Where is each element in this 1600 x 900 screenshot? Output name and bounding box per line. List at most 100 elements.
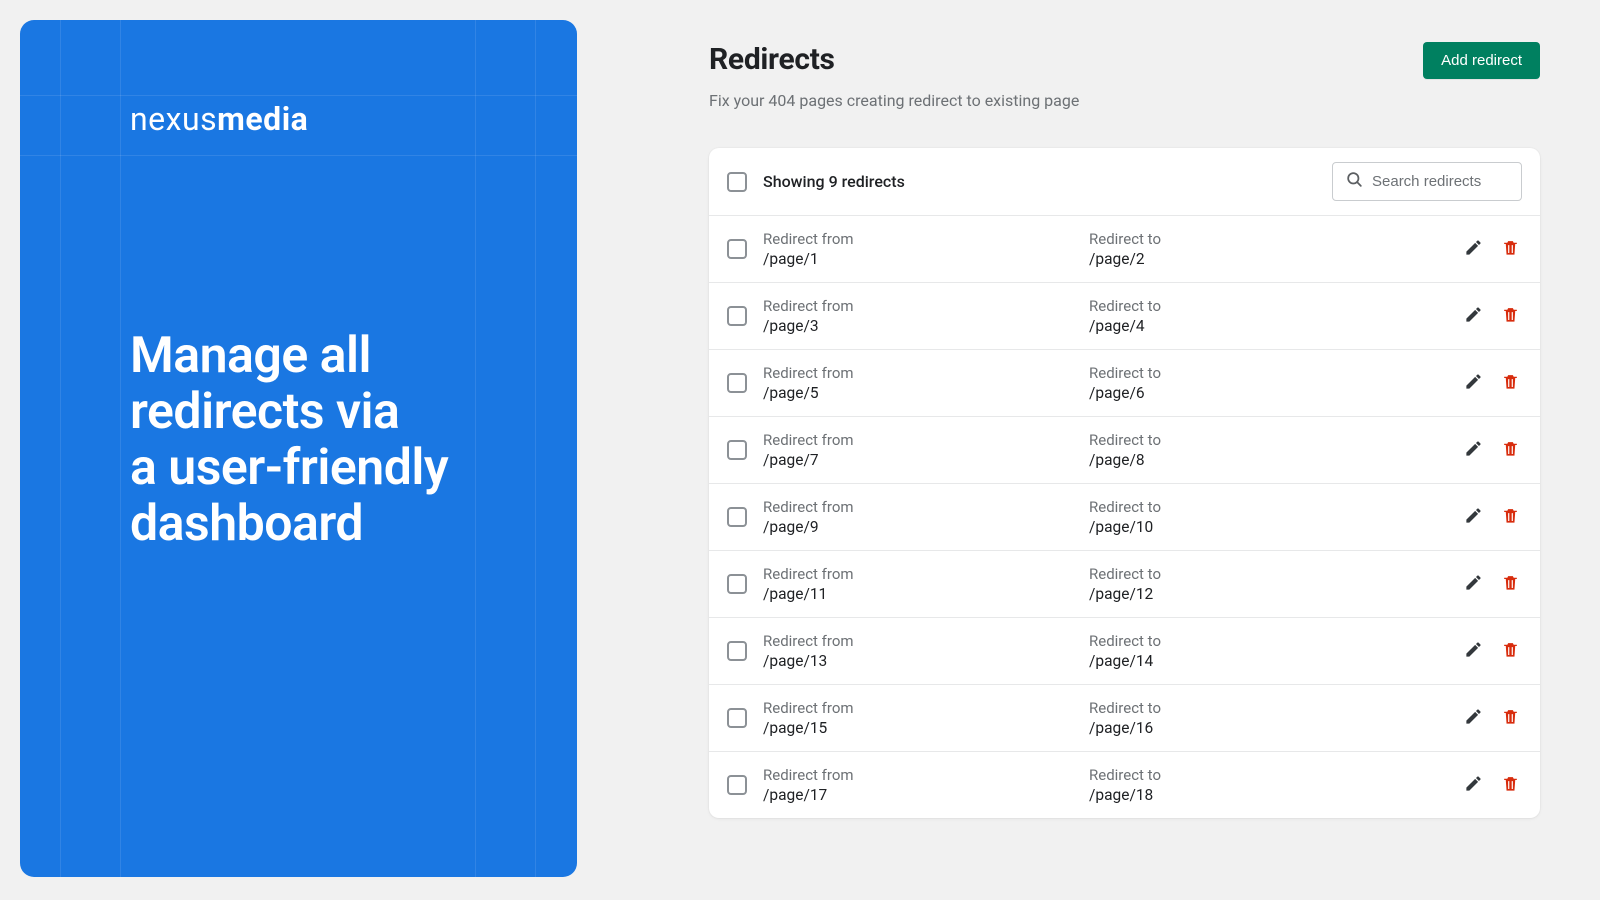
row-checkbox[interactable] (727, 574, 747, 594)
edit-button[interactable] (1462, 370, 1485, 396)
trash-icon (1501, 573, 1520, 595)
redirect-from-cell: Redirect from/page/17 (763, 766, 1089, 804)
to-label: Redirect to (1089, 699, 1339, 717)
pencil-icon (1464, 439, 1483, 461)
from-value: /page/9 (763, 518, 1089, 536)
delete-button[interactable] (1499, 705, 1522, 731)
delete-button[interactable] (1499, 236, 1522, 262)
redirect-to-cell: Redirect to/page/12 (1089, 565, 1339, 603)
from-label: Redirect from (763, 565, 1089, 583)
from-label: Redirect from (763, 498, 1089, 516)
edit-button[interactable] (1462, 504, 1485, 530)
trash-icon (1501, 774, 1520, 796)
to-value: /page/4 (1089, 317, 1339, 335)
add-redirect-button[interactable]: Add redirect (1423, 42, 1540, 79)
to-value: /page/12 (1089, 585, 1339, 603)
row-actions (1462, 772, 1522, 798)
delete-button[interactable] (1499, 504, 1522, 530)
from-value: /page/3 (763, 317, 1089, 335)
row-checkbox[interactable] (727, 507, 747, 527)
row-actions (1462, 705, 1522, 731)
to-label: Redirect to (1089, 498, 1339, 516)
trash-icon (1501, 305, 1520, 327)
trash-icon (1501, 640, 1520, 662)
to-value: /page/10 (1089, 518, 1339, 536)
redirect-from-cell: Redirect from/page/5 (763, 364, 1089, 402)
from-label: Redirect from (763, 297, 1089, 315)
trash-icon (1501, 238, 1520, 260)
delete-button[interactable] (1499, 772, 1522, 798)
pencil-icon (1464, 305, 1483, 327)
to-value: /page/6 (1089, 384, 1339, 402)
edit-button[interactable] (1462, 705, 1485, 731)
table-row: Redirect from/page/11Redirect to/page/12 (709, 551, 1540, 618)
search-field[interactable] (1332, 162, 1522, 201)
to-label: Redirect to (1089, 230, 1339, 248)
delete-button[interactable] (1499, 638, 1522, 664)
row-checkbox[interactable] (727, 641, 747, 661)
redirect-to-cell: Redirect to/page/8 (1089, 431, 1339, 469)
delete-button[interactable] (1499, 303, 1522, 329)
table-row: Redirect from/page/3Redirect to/page/4 (709, 283, 1540, 350)
redirect-to-cell: Redirect to/page/14 (1089, 632, 1339, 670)
pencil-icon (1464, 707, 1483, 729)
from-value: /page/17 (763, 786, 1089, 804)
pencil-icon (1464, 372, 1483, 394)
to-value: /page/16 (1089, 719, 1339, 737)
row-actions (1462, 370, 1522, 396)
promo-headline: Manage all redirects via a user-friendly… (130, 328, 507, 552)
edit-button[interactable] (1462, 303, 1485, 329)
redirect-from-cell: Redirect from/page/15 (763, 699, 1089, 737)
edit-button[interactable] (1462, 638, 1485, 664)
edit-button[interactable] (1462, 236, 1485, 262)
pencil-icon (1464, 640, 1483, 662)
search-input[interactable] (1372, 173, 1509, 190)
trash-icon (1501, 372, 1520, 394)
trash-icon (1501, 707, 1520, 729)
row-actions (1462, 303, 1522, 329)
pencil-icon (1464, 506, 1483, 528)
table-row: Redirect from/page/17Redirect to/page/18 (709, 752, 1540, 818)
redirect-to-cell: Redirect to/page/16 (1089, 699, 1339, 737)
row-actions (1462, 236, 1522, 262)
row-checkbox[interactable] (727, 306, 747, 326)
from-value: /page/7 (763, 451, 1089, 469)
edit-button[interactable] (1462, 437, 1485, 463)
table-row: Redirect from/page/13Redirect to/page/14 (709, 618, 1540, 685)
to-value: /page/14 (1089, 652, 1339, 670)
select-all-checkbox[interactable] (727, 172, 747, 192)
search-icon (1345, 170, 1364, 193)
table-row: Redirect from/page/15Redirect to/page/16 (709, 685, 1540, 752)
row-checkbox[interactable] (727, 239, 747, 259)
from-label: Redirect from (763, 632, 1089, 650)
to-value: /page/8 (1089, 451, 1339, 469)
row-checkbox[interactable] (727, 373, 747, 393)
delete-button[interactable] (1499, 370, 1522, 396)
to-value: /page/18 (1089, 786, 1339, 804)
promo-panel: nexusmedia Manage all redirects via a us… (20, 20, 577, 877)
table-row: Redirect from/page/5Redirect to/page/6 (709, 350, 1540, 417)
redirect-from-cell: Redirect from/page/1 (763, 230, 1089, 268)
redirect-to-cell: Redirect to/page/10 (1089, 498, 1339, 536)
brand-part1: nexus (130, 100, 217, 138)
from-value: /page/11 (763, 585, 1089, 603)
row-checkbox[interactable] (727, 708, 747, 728)
row-checkbox[interactable] (727, 440, 747, 460)
pencil-icon (1464, 573, 1483, 595)
page-header: Redirects Fix your 404 pages creating re… (709, 42, 1540, 110)
from-value: /page/1 (763, 250, 1089, 268)
to-label: Redirect to (1089, 297, 1339, 315)
brand-logo: nexusmedia (130, 100, 507, 138)
delete-button[interactable] (1499, 437, 1522, 463)
to-value: /page/2 (1089, 250, 1339, 268)
redirect-from-cell: Redirect from/page/9 (763, 498, 1089, 536)
trash-icon (1501, 506, 1520, 528)
row-checkbox[interactable] (727, 775, 747, 795)
delete-button[interactable] (1499, 571, 1522, 597)
to-label: Redirect to (1089, 766, 1339, 784)
edit-button[interactable] (1462, 772, 1485, 798)
table-row: Redirect from/page/7Redirect to/page/8 (709, 417, 1540, 484)
edit-button[interactable] (1462, 571, 1485, 597)
from-label: Redirect from (763, 431, 1089, 449)
row-actions (1462, 571, 1522, 597)
